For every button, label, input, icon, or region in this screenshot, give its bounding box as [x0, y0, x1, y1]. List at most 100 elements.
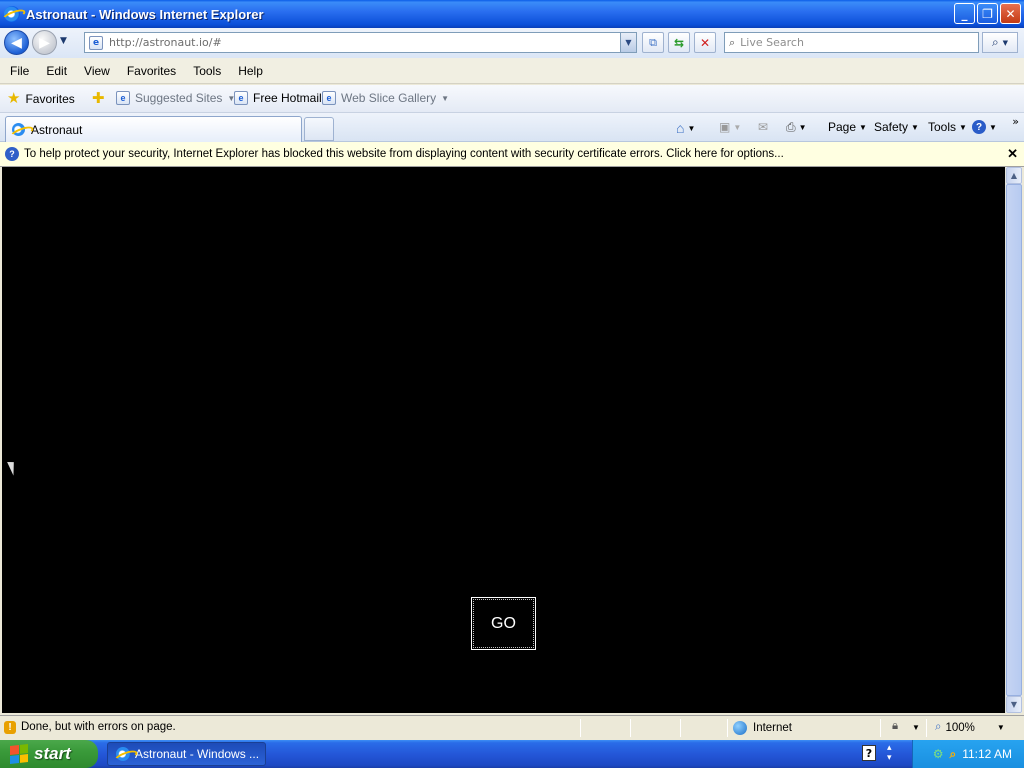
- status-separator: [727, 719, 728, 737]
- zoom-label: 100%: [945, 721, 975, 734]
- menu-view[interactable]: View: [79, 62, 115, 80]
- safety-menu-label: Safety: [874, 120, 909, 134]
- help-menu-button[interactable]: ? ▼: [972, 120, 997, 134]
- read-mail-button[interactable]: ✉: [758, 120, 768, 134]
- protected-mode-icon[interactable]: 🔒︎: [892, 720, 898, 733]
- tray-expand-icon[interactable]: ▴ ▾: [887, 743, 892, 763]
- tab-astronaut[interactable]: Astronaut: [5, 116, 302, 142]
- home-icon: ⌂: [676, 120, 685, 136]
- minimize-button[interactable]: _: [954, 3, 975, 24]
- ie-logo-icon: [4, 6, 20, 22]
- print-icon: ⎙: [786, 120, 796, 134]
- print-button[interactable]: ⎙ ▼: [786, 120, 807, 135]
- search-options-dropdown-icon[interactable]: ▼: [1003, 39, 1008, 47]
- menu-help[interactable]: Help: [233, 62, 268, 80]
- page-menu-dropdown-icon: ▼: [859, 122, 867, 132]
- info-shield-icon: ?: [5, 147, 19, 161]
- tab-bar: Astronaut ⌂ ▼ ▣ ▼ ✉ ⎙ ▼ Page ▼ Safety ▼ …: [0, 113, 1024, 142]
- start-button[interactable]: start: [0, 740, 98, 768]
- page-menu-button[interactable]: Page ▼: [828, 120, 867, 134]
- compatibility-view-button[interactable]: ⧉: [642, 32, 664, 53]
- safety-menu-dropdown-icon: ▼: [911, 122, 919, 132]
- feeds-dropdown-icon[interactable]: ▼: [733, 123, 741, 132]
- status-separator: [926, 719, 927, 737]
- favorites-bar: ★ Favorites ✚ e Suggested Sites ▼ e Free…: [0, 85, 1024, 113]
- safety-menu-button[interactable]: Safety ▼: [874, 120, 919, 134]
- status-separator: [680, 719, 681, 737]
- recent-pages-dropdown-icon[interactable]: ▼: [60, 36, 67, 46]
- error-warning-icon[interactable]: !: [4, 721, 16, 734]
- back-button[interactable]: ◀: [4, 30, 29, 55]
- hotmail-icon: e: [234, 91, 248, 105]
- search-button[interactable]: ⌕ ▼: [982, 32, 1018, 53]
- language-help-icon[interactable]: ?: [862, 745, 876, 761]
- menu-file[interactable]: File: [5, 62, 34, 80]
- status-separator: [630, 719, 631, 737]
- refresh-icon: ⇆: [673, 35, 685, 50]
- print-dropdown-icon[interactable]: ▼: [799, 123, 807, 132]
- home-dropdown-icon[interactable]: ▼: [687, 124, 695, 133]
- tools-menu-dropdown-icon: ▼: [959, 122, 967, 132]
- close-button[interactable]: ✕: [1000, 3, 1021, 24]
- menu-edit[interactable]: Edit: [41, 62, 72, 80]
- security-zone[interactable]: Internet: [733, 721, 792, 735]
- address-bar[interactable]: e http://astronaut.io/# ▼: [84, 32, 637, 53]
- suggested-sites-icon: e: [116, 91, 130, 105]
- windows-taskbar: start Astronaut - Windows ... ? ▴ ▾ ⚙ ⌕ 1…: [0, 740, 1024, 768]
- navigation-bar: ◀ ▶ ▼ e http://astronaut.io/# ▼ ⧉ ⇆ ✕ ⌕ …: [0, 28, 1024, 58]
- search-tray-icon[interactable]: ⌕: [949, 747, 956, 762]
- window-controls: _ ❐ ✕: [954, 3, 1021, 24]
- go-button[interactable]: GO: [471, 597, 536, 650]
- magnifier-icon: ⌕: [991, 35, 999, 49]
- vertical-scrollbar[interactable]: ▲ ▼: [1005, 167, 1022, 713]
- information-bar[interactable]: ? To help protect your security, Interne…: [0, 142, 1024, 167]
- taskbar-item-ie[interactable]: Astronaut - Windows ...: [107, 742, 266, 766]
- zoom-level[interactable]: ⌕ 100% ▼: [935, 721, 1005, 734]
- favorites-button[interactable]: ★ Favorites: [7, 91, 75, 106]
- information-bar-message: To help protect your security, Internet …: [24, 148, 784, 160]
- more-commands-chevron-icon[interactable]: »: [1012, 115, 1019, 128]
- free-hotmail-link[interactable]: e Free Hotmail: [234, 91, 322, 105]
- page-menu-label: Page: [828, 120, 857, 134]
- mail-icon: ✉: [758, 120, 769, 134]
- new-tab-button[interactable]: [304, 117, 334, 141]
- favorites-label: Favorites: [25, 91, 75, 106]
- taskbar-ie-icon: [116, 747, 130, 761]
- web-slice-dropdown-icon[interactable]: ▼: [441, 94, 449, 103]
- window-titlebar: Astronaut - Windows Internet Explorer _ …: [0, 0, 1024, 28]
- maximize-button[interactable]: ❐: [977, 3, 998, 24]
- zoom-dropdown-icon[interactable]: ▼: [997, 723, 1005, 732]
- forward-button[interactable]: ▶: [32, 30, 57, 55]
- page-icon: e: [89, 35, 103, 50]
- menu-tools[interactable]: Tools: [188, 62, 226, 80]
- scroll-down-arrow-icon[interactable]: ▼: [1006, 696, 1022, 713]
- add-to-favorites-bar-button[interactable]: ✚: [92, 91, 105, 106]
- status-bar: ! Done, but with errors on page. Interne…: [0, 715, 1024, 740]
- address-input[interactable]: http://astronaut.io/#: [109, 36, 222, 49]
- protected-mode-dropdown-icon[interactable]: ▼: [912, 723, 920, 732]
- address-dropdown-icon[interactable]: ▼: [620, 33, 636, 52]
- menu-bar: File Edit View Favorites Tools Help: [0, 58, 1024, 84]
- clock[interactable]: 11:12 AM: [962, 747, 1012, 761]
- refresh-button[interactable]: ⇆: [668, 32, 690, 53]
- search-input[interactable]: ⌕ Live Search: [724, 32, 979, 53]
- scrollbar-thumb[interactable]: [1006, 184, 1022, 696]
- tab-ie-icon: [12, 123, 25, 136]
- network-icon[interactable]: ⚙: [933, 747, 944, 761]
- tab-title: Astronaut: [31, 122, 83, 137]
- suggested-sites-link[interactable]: e Suggested Sites ▼: [116, 91, 235, 105]
- stop-button[interactable]: ✕: [694, 32, 716, 53]
- status-separator: [880, 719, 881, 737]
- security-zone-label: Internet: [753, 722, 792, 734]
- info-bar-close-icon[interactable]: ✕: [1007, 146, 1018, 162]
- web-slice-gallery-link[interactable]: e Web Slice Gallery ▼: [322, 91, 449, 105]
- tools-menu-button[interactable]: Tools ▼: [928, 120, 967, 134]
- menu-favorites[interactable]: Favorites: [122, 62, 181, 80]
- feeds-button[interactable]: ▣ ▼: [719, 120, 741, 134]
- zoom-magnifier-icon: ⌕: [935, 721, 942, 733]
- scroll-up-arrow-icon[interactable]: ▲: [1006, 167, 1022, 184]
- compatibility-icon: ⧉: [649, 35, 657, 49]
- home-button[interactable]: ⌂ ▼: [676, 120, 695, 136]
- help-icon: ?: [972, 120, 986, 134]
- favorites-star-icon: ★: [7, 90, 21, 107]
